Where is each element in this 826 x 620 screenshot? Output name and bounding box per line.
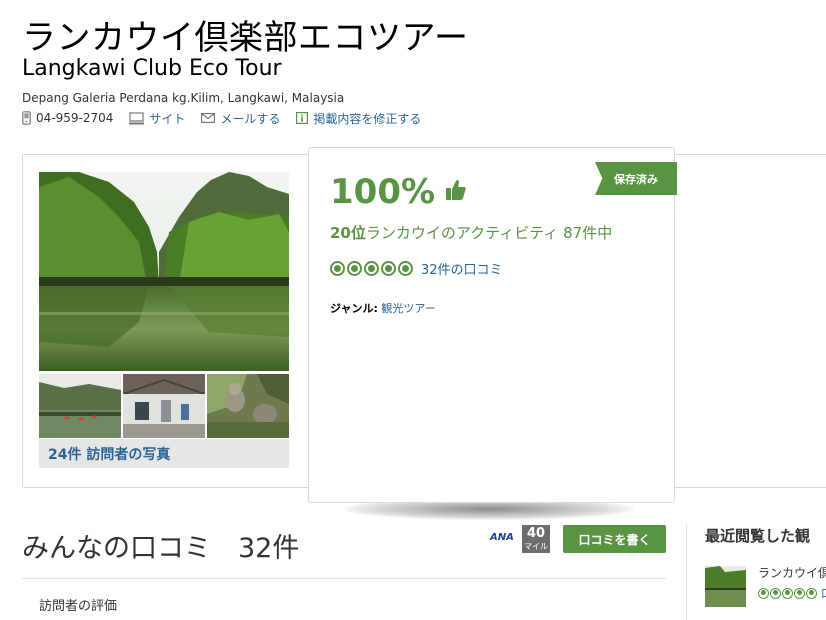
recently-viewed-heading: 最近閲覧した観 xyxy=(705,527,811,545)
recent-item-thumbnail[interactable] xyxy=(705,566,746,607)
photo-thumbnail[interactable] xyxy=(207,374,289,438)
email-link[interactable]: メールする xyxy=(201,110,280,127)
contact-bar: 04-959-2704 サイト メールする 掲載内容を修正する xyxy=(22,110,437,126)
visitor-photos-link[interactable]: 24件 訪問者の写真 xyxy=(39,439,289,468)
recent-item-name[interactable]: ランカウイ倶 xyxy=(758,564,826,581)
rating-bubble-icon xyxy=(770,587,781,599)
recent-item-rating: 口 xyxy=(758,585,826,601)
miles-unit: マイル xyxy=(524,542,548,551)
rating-bubble-icon xyxy=(381,261,396,276)
recommend-percent: 100% xyxy=(330,172,436,212)
rating-bubble-icon xyxy=(806,587,817,599)
rating-bubble-icon xyxy=(398,261,413,276)
ranking: 20位ランカウイのアクティビティ 87件中 xyxy=(330,222,612,243)
rating-row: 32件の口コミ xyxy=(330,259,503,278)
reviews-heading: みんなの口コミ 32件 xyxy=(22,533,300,564)
edit-listing-link[interactable]: 掲載内容を修正する xyxy=(296,110,421,127)
address: Depang Galeria Perdana kg.Kilim, Langkaw… xyxy=(22,91,345,105)
mail-icon xyxy=(201,113,216,123)
rating-bubble-icon xyxy=(364,261,379,276)
phone-item[interactable]: 04-959-2704 xyxy=(22,111,113,125)
visitor-rating-heading: 訪問者の評価 xyxy=(39,599,118,614)
miles-value: 40 xyxy=(526,526,546,541)
divider xyxy=(22,578,666,579)
genre-label: ジャンル: xyxy=(330,302,378,315)
genre-link[interactable]: 観光ツアー xyxy=(381,302,435,315)
website-link[interactable]: サイト xyxy=(129,110,185,127)
rank-total: 87件中 xyxy=(563,224,613,242)
monitor-icon xyxy=(129,111,145,124)
ana-logo: ANA xyxy=(490,532,514,543)
photo-thumbnail[interactable] xyxy=(123,374,205,438)
website-label: サイト xyxy=(149,111,186,126)
write-review-button[interactable]: 口コミを書く xyxy=(563,525,666,553)
rating-bubble-icon xyxy=(330,261,345,276)
rank-number: 20位 xyxy=(330,224,366,242)
sidebar-divider xyxy=(686,524,687,620)
genre: ジャンル: 観光ツアー xyxy=(330,300,436,316)
email-label: メールする xyxy=(220,111,281,126)
main-photo[interactable] xyxy=(39,172,289,371)
phone-icon xyxy=(22,111,31,125)
rating-bubble-icon xyxy=(758,587,769,599)
edit-listing-label: 掲載内容を修正する xyxy=(313,111,422,126)
photo-thumbnail[interactable] xyxy=(39,374,121,438)
thumbs-up-icon xyxy=(446,180,466,200)
page-subtitle: Langkawi Club Eco Tour xyxy=(22,56,282,81)
rank-category-link[interactable]: ランカウイのアクティビティ xyxy=(366,224,558,242)
phone-number: 04-959-2704 xyxy=(36,111,114,125)
recent-item-reviews-link[interactable]: 口 xyxy=(821,585,826,601)
visitor-photos-count: 24件 訪問者の写真 xyxy=(48,447,171,463)
page-title: ランカウイ倶楽部エコツアー xyxy=(22,18,469,58)
rating-bubble-icon xyxy=(794,587,805,599)
saved-badge[interactable]: 保存済み xyxy=(595,162,677,195)
info-icon xyxy=(296,112,309,124)
reviews-count-link[interactable]: 32件の口コミ xyxy=(421,259,503,278)
rating-bubble-icon xyxy=(347,261,362,276)
rating-popup: 100% 保存済み 20位ランカウイのアクティビティ 87件中 32件の口コミ … xyxy=(308,147,677,503)
rating-bubble-icon xyxy=(782,587,793,599)
miles-badge: 40 マイル xyxy=(522,525,550,553)
